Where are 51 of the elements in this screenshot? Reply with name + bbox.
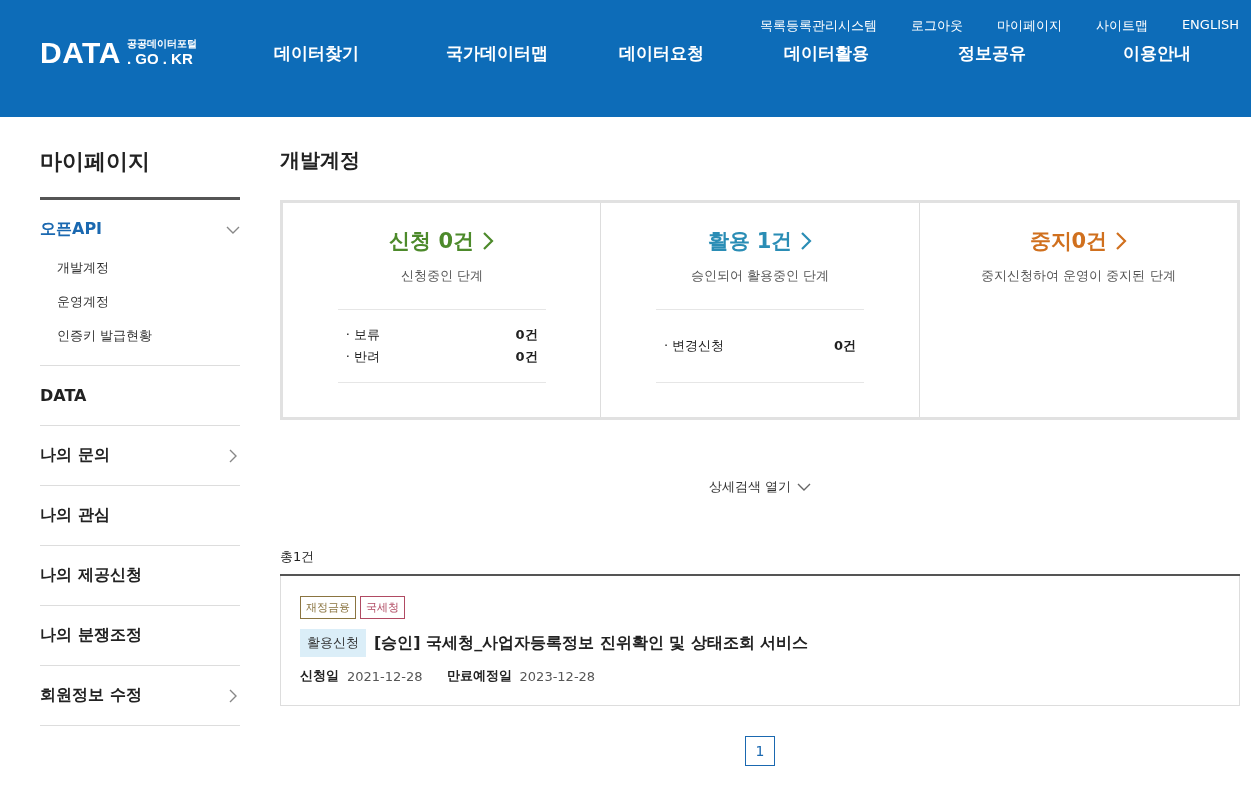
status-link[interactable]: 활용 1건 [707, 227, 813, 255]
sidebar-item[interactable]: 나의 문의 [40, 426, 240, 485]
logo-domain: . GO . KR [126, 49, 194, 67]
sidebar-item[interactable]: 회원정보 수정 [40, 666, 240, 725]
total-count: 총1건 [280, 548, 1240, 576]
status-link[interactable]: 신청 0건 [389, 227, 495, 255]
nav-menu-item[interactable]: 국가데이터맵 [414, 41, 579, 65]
sidebar-item[interactable]: 나의 관심 [40, 486, 240, 545]
field-value: 2023-12-28 [519, 668, 596, 684]
field-value: 2021-12-28 [347, 668, 423, 684]
status-description: 신청중인 단계 [400, 267, 483, 285]
sidebar-item[interactable]: 나의 제공신청 [40, 546, 240, 605]
utility-link[interactable]: 목록등록관리시스템 [759, 17, 877, 34]
utility-link[interactable]: 마이페이지 [996, 17, 1062, 34]
page-title: 개발계정 [280, 147, 361, 174]
sidebar-item[interactable]: DATA [40, 366, 240, 425]
result-title-link[interactable]: [승인] 국세청_사업자등록정보 진위확인 및 상태조회 서비스 [374, 632, 809, 654]
status-count: 0건 [833, 337, 856, 355]
logo-subtitle: 공공데이터포털 [126, 39, 197, 50]
chevron-right-icon [482, 231, 495, 251]
sidebar-title: 마이페이지 [40, 117, 240, 200]
sidebar-subitem[interactable]: 인증키 발급현황 [57, 319, 240, 353]
field-label: 신청일 [300, 667, 339, 685]
status-description: 중지신청하여 운영이 중지된 단계 [981, 267, 1176, 285]
field-label: 만료예정일 [446, 667, 512, 685]
category-tag: 재정금융 [300, 596, 356, 619]
detail-search-toggle[interactable]: 상세검색 열기 [708, 478, 812, 496]
chevron-right-icon [1115, 231, 1128, 251]
utility-link[interactable]: ENGLISH [1181, 17, 1239, 34]
status-count: 0건 [515, 326, 538, 344]
status-count: 0건 [515, 348, 538, 366]
nav-menu-item[interactable]: 데이터활용 [744, 41, 909, 65]
logo-text[interactable]: DATA [40, 36, 121, 70]
sidebar-subitem[interactable]: 운영계정 [57, 285, 240, 319]
page-number[interactable]: 1 [745, 736, 775, 766]
status-badge: 활용신청 [300, 629, 366, 657]
chevron-down-icon [797, 482, 812, 492]
status-label: · 반려 [345, 348, 380, 366]
nav-menu-item[interactable]: 데이터요청 [579, 41, 744, 65]
utility-link[interactable]: 사이트맵 [1095, 17, 1148, 34]
nav-menu-item[interactable]: 데이터찾기 [274, 41, 414, 65]
nav-menu-item[interactable]: 정보공유 [909, 41, 1074, 65]
nav-menu-item[interactable]: 이용안내 [1074, 41, 1239, 65]
status-label: · 보류 [345, 326, 380, 344]
status-description: 승인되어 활용중인 단계 [690, 267, 830, 285]
category-tag: 국세청 [360, 596, 405, 619]
status-label: · 변경신청 [664, 337, 725, 355]
status-link[interactable]: 중지0건 [1029, 227, 1128, 255]
chevron-right-icon [800, 231, 813, 251]
utility-link[interactable]: 로그아웃 [910, 17, 963, 34]
sidebar-item[interactable]: 나의 분쟁조정 [40, 606, 240, 665]
